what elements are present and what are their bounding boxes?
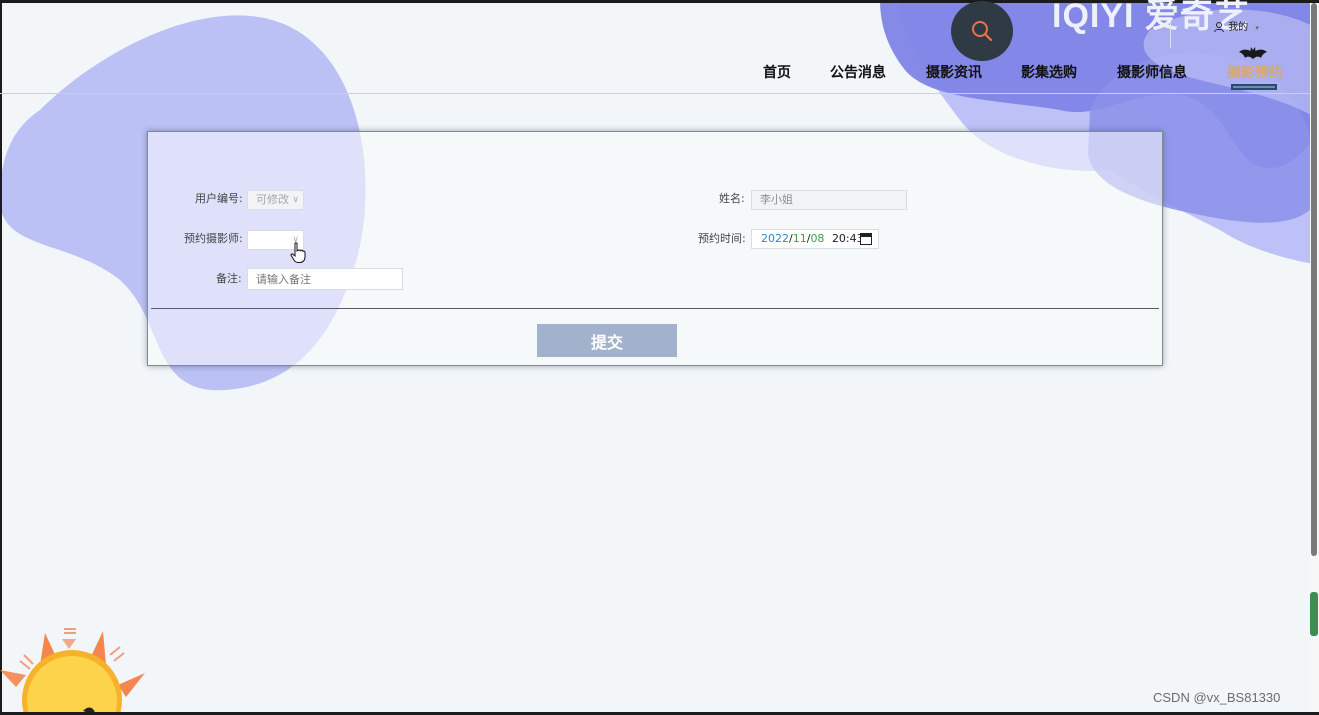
calendar-icon[interactable] [860,233,872,245]
vertical-scrollbar[interactable] [1310,3,1319,712]
time-clock: 20:43 [831,232,864,245]
nav-item-photo-news[interactable]: 摄影资讯 [926,62,982,82]
user-id-value: 可修改 [256,193,289,206]
scrollbar-thumb[interactable] [1311,3,1317,556]
submit-button[interactable]: 提交 [537,324,677,357]
nav-item-announcements[interactable]: 公告消息 [830,62,886,82]
name-value: 李小姐 [760,193,793,206]
header-separator [1170,20,1171,48]
header-divider [0,93,1310,94]
user-menu[interactable]: 我的 ▾ [1213,18,1259,33]
remark-input[interactable] [247,268,403,290]
user-id-label: 用户编号: [195,192,243,205]
hand-cursor-icon [290,242,306,263]
chevron-down-icon: ∨ [292,195,299,205]
window-frame-left [0,0,2,715]
sun-icon [0,628,145,715]
nav-item-booking[interactable]: 摄影预约 [1227,62,1283,82]
time-day: 08 [810,232,825,245]
nav-item-photographers[interactable]: 摄影师信息 [1117,62,1187,82]
search-icon [972,21,993,42]
form-divider [151,308,1159,309]
watermark: CSDN @vx_BS81330 [1153,690,1281,705]
name-label: 姓名: [719,192,745,205]
booking-time-label: 预约时间: [698,232,746,245]
user-label: 我的 [1228,22,1249,33]
time-year: 2022 [761,232,789,245]
booking-time-input[interactable]: 2022/11/08 20:43 [751,229,879,249]
nav-item-home[interactable]: 首页 [763,62,791,82]
name-field[interactable]: 李小姐 [751,190,907,210]
photographer-label: 预约摄影师: [184,232,243,245]
chevron-down-icon: ▾ [1255,24,1259,32]
user-id-select[interactable]: 可修改 ∨ [247,190,304,210]
nav-item-album-shop[interactable]: 影集选购 [1021,62,1077,82]
search-button[interactable] [951,1,1013,61]
bat-icon [1239,47,1267,59]
nav-active-indicator [1231,84,1277,90]
remark-label: 备注: [216,272,242,285]
time-month: 11 [792,232,807,245]
user-icon [1214,22,1224,33]
scrollbar-grip[interactable] [1310,592,1318,636]
